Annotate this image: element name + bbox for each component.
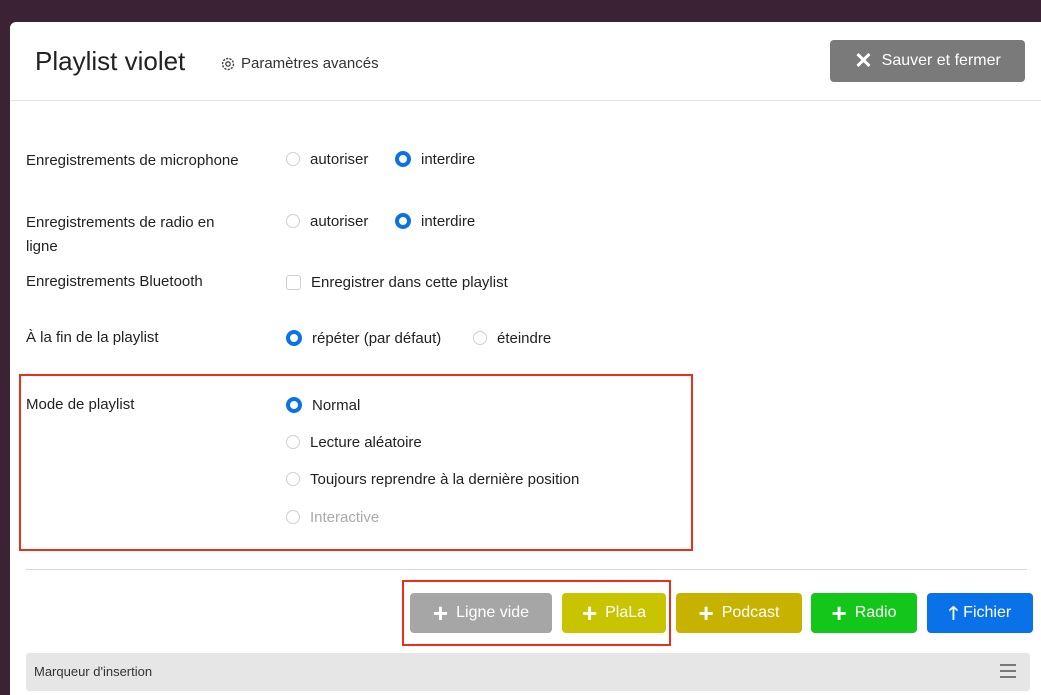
mode-normal-label: Normal xyxy=(312,396,361,414)
end-off-option[interactable]: éteindre xyxy=(473,327,551,349)
drag-handle-icon[interactable] xyxy=(1000,664,1016,682)
plus-icon: + xyxy=(432,598,449,628)
playlist-settings-dialog: Playlist violet Paramètres avancés ✕ Sau… xyxy=(10,22,1041,695)
mode-interactive-option: Interactive xyxy=(286,506,379,528)
radio-deny-label: interdire xyxy=(421,212,476,230)
end-repeat-radio[interactable] xyxy=(286,330,302,346)
radio-recordings-label: Enregistrements de radio en ligne xyxy=(26,214,215,255)
mode-normal-option[interactable]: Normal xyxy=(286,394,360,416)
radio-deny-option[interactable]: interdire xyxy=(395,210,475,232)
add-radio-label: Radio xyxy=(854,604,897,621)
save-and-close-button[interactable]: ✕ Sauver et fermer xyxy=(830,40,1025,82)
window-background xyxy=(0,0,1041,10)
advanced-settings-label: Paramètres avancés xyxy=(241,55,379,72)
plus-icon: + xyxy=(698,598,714,628)
mic-allow-radio[interactable] xyxy=(286,152,300,166)
add-plala-button[interactable]: + PlaLa xyxy=(562,593,666,633)
save-and-close-label: Sauver et fermer xyxy=(881,52,1001,69)
playlist-mode-label: Mode de playlist xyxy=(26,396,135,413)
add-radio-button[interactable]: + Radio xyxy=(811,593,917,633)
add-plala-label: PlaLa xyxy=(605,604,647,621)
mode-shuffle-label: Lecture aléatoire xyxy=(310,433,422,451)
add-empty-line-button[interactable]: + Ligne vide xyxy=(410,593,552,633)
mode-interactive-radio xyxy=(286,510,300,524)
radio-allow-option[interactable]: autoriser xyxy=(286,210,368,232)
section-divider xyxy=(26,569,1027,570)
insertion-marker-row[interactable]: Marqueur d'insertion xyxy=(26,653,1030,691)
add-podcast-button[interactable]: + Podcast xyxy=(676,593,802,633)
mic-deny-label: interdire xyxy=(421,150,476,168)
bluetooth-recordings-label: Enregistrements Bluetooth xyxy=(26,273,203,290)
insertion-marker-label: Marqueur d'insertion xyxy=(34,664,153,679)
mic-allow-label: autoriser xyxy=(310,150,369,168)
dialog-header: Playlist violet Paramètres avancés ✕ Sau… xyxy=(10,22,1041,101)
plus-icon: + xyxy=(581,598,598,628)
end-off-radio[interactable] xyxy=(473,331,487,345)
mic-deny-radio[interactable] xyxy=(395,151,411,167)
mic-recordings-label: Enregistrements de microphone xyxy=(26,152,239,169)
add-file-button[interactable]: 🡑 Fichier xyxy=(927,593,1033,633)
radio-deny-radio[interactable] xyxy=(395,213,411,229)
mode-resume-radio[interactable] xyxy=(286,472,300,486)
end-off-label: éteindre xyxy=(497,329,552,347)
close-icon: ✕ xyxy=(854,48,873,73)
mode-normal-radio[interactable] xyxy=(286,397,302,413)
add-empty-line-label: Ligne vide xyxy=(456,604,530,621)
end-of-playlist-label: À la fin de la playlist xyxy=(26,329,159,346)
gear-icon xyxy=(221,57,235,70)
radio-allow-label: autoriser xyxy=(310,212,369,230)
add-podcast-label: Podcast xyxy=(721,604,780,621)
mode-shuffle-option[interactable]: Lecture aléatoire xyxy=(286,431,422,453)
mode-resume-option[interactable]: Toujours reprendre à la dernière positio… xyxy=(286,468,579,490)
mode-shuffle-radio[interactable] xyxy=(286,435,300,449)
page-title: Playlist violet xyxy=(35,46,186,76)
mic-allow-option[interactable]: autoriser xyxy=(286,148,368,170)
end-repeat-option[interactable]: répéter (par défaut) xyxy=(286,327,441,349)
end-repeat-label: répéter (par défaut) xyxy=(312,329,442,347)
bluetooth-record-option[interactable]: Enregistrer dans cette playlist xyxy=(286,271,508,293)
bluetooth-record-checkbox[interactable] xyxy=(286,274,301,290)
advanced-settings-link[interactable]: Paramètres avancés xyxy=(220,55,379,72)
plus-icon: + xyxy=(831,598,847,628)
add-file-label: Fichier xyxy=(963,604,1012,621)
bluetooth-record-label: Enregistrer dans cette playlist xyxy=(311,273,508,291)
mode-interactive-label: Interactive xyxy=(310,508,380,526)
mic-deny-option[interactable]: interdire xyxy=(395,148,475,170)
mode-resume-label: Toujours reprendre à la dernière positio… xyxy=(310,470,580,488)
radio-allow-radio[interactable] xyxy=(286,214,300,228)
upload-arrow-icon: 🡑 xyxy=(948,603,959,623)
